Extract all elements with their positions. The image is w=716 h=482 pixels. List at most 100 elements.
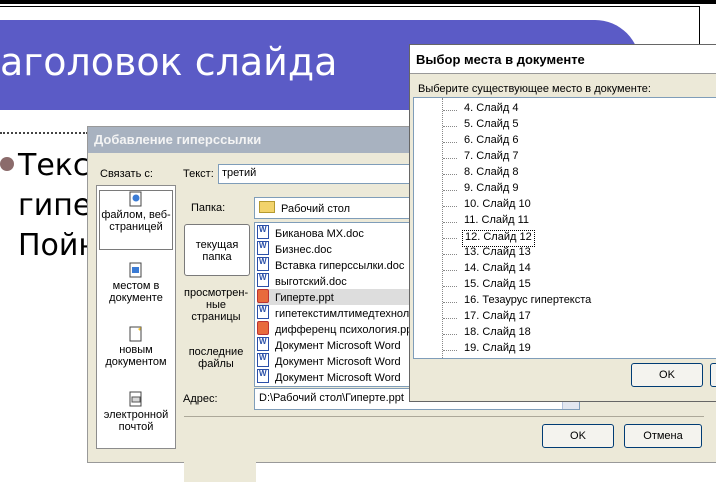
tree-item[interactable]: 16. Тезаурус гипертекста (462, 294, 593, 309)
word-doc-icon (257, 369, 269, 383)
folder-label: Папка: (191, 202, 226, 214)
file-name: Документ Microsoft Word (275, 356, 401, 368)
file-name: Биканова MX.doc (275, 228, 364, 240)
place-prompt: Выберите существующее место в документе: (418, 83, 651, 95)
link-type-label: новым документом (105, 344, 167, 368)
tab-recent-files[interactable]: последние файлы (184, 346, 248, 370)
tree-item[interactable]: 18. Слайд 18 (462, 326, 533, 341)
tree-item[interactable]: 15. Слайд 15 (462, 278, 533, 293)
tree-item[interactable]: 17. Слайд 17 (462, 310, 533, 325)
slide-frame-edge (699, 6, 700, 46)
link-type-new-document[interactable]: новым документом (97, 326, 175, 368)
tree-item[interactable]: 11. Слайд 11 (462, 214, 531, 229)
address-value: D:\Рабочий стол\Гиперте.ppt (259, 392, 404, 404)
tree-item[interactable]: 8. Слайд 8 (462, 166, 520, 181)
link-type-place-in-document[interactable]: местом в документе (97, 262, 175, 304)
select-place-dialog: Выбор места в документе Выберите существ… (409, 44, 716, 402)
bullet-icon (0, 157, 14, 171)
tree-item[interactable]: 6. Слайд 6 (462, 134, 520, 149)
place-cancel-button-partial[interactable] (710, 363, 716, 387)
place-dialog-title-bar[interactable]: Выбор места в документе (410, 45, 716, 74)
tab-label: последние файлы (188, 346, 244, 370)
place-dialog-title: Выбор места в документе (416, 52, 585, 67)
word-doc-icon (257, 337, 269, 351)
folder-select[interactable]: Рабочий стол (254, 197, 416, 219)
tree-item[interactable]: 10. Слайд 10 (462, 198, 533, 213)
text-label: Текст: (183, 168, 214, 180)
tree-connector-tick (443, 270, 457, 272)
tree-connector-tick (443, 190, 457, 192)
tab-current-folder[interactable]: текущая папка (184, 224, 250, 276)
link-type-label: файлом, веб-страницей (101, 209, 171, 233)
file-item[interactable]: гипетекстимлтимедтехнол (257, 305, 415, 321)
tree-item[interactable]: 13. Слайд 13 (462, 246, 533, 261)
link-to-label: Связать с: (100, 168, 153, 180)
file-name: выготский.doc (275, 276, 347, 288)
tree-connector-tick (443, 206, 457, 208)
link-type-email[interactable]: электронной почтой (97, 391, 175, 433)
file-name: Документ Microsoft Word (275, 372, 401, 384)
document-places-tree[interactable]: 4. Слайд 4 5. Слайд 5 6. Слайд 6 7. Слайд 7… (413, 97, 716, 359)
word-doc-icon (257, 273, 269, 287)
tree-connector-tick (443, 238, 457, 240)
tree-connector-tick (443, 302, 457, 304)
file-item[interactable]: Биканова MX.doc (257, 225, 415, 241)
tree-item[interactable]: 14. Слайд 14 (462, 262, 533, 277)
word-doc-icon (257, 225, 269, 239)
file-item[interactable]: дифференц психология.ppt (257, 321, 415, 337)
email-icon (129, 391, 142, 407)
file-item[interactable]: Документ Microsoft Word (257, 353, 415, 369)
cancel-button[interactable]: Отмена (624, 424, 702, 448)
tree-item-selected[interactable]: 12. Слайд 12 (462, 230, 535, 247)
link-type-web-page[interactable]: файлом, веб-страницей (99, 190, 173, 250)
word-doc-icon (257, 353, 269, 367)
powerpoint-icon (257, 321, 269, 335)
tree-connector-tick (443, 110, 457, 112)
tree-item[interactable]: 19. Слайд 19 (462, 342, 533, 357)
slide-title: аголовок слайда (0, 40, 338, 84)
dialog-title: Добавление гиперссылки (94, 132, 262, 147)
browse-tabs: текущая папка просмотрен-ные страницы по… (184, 222, 256, 482)
file-name: Документ Microsoft Word (275, 340, 401, 352)
file-item[interactable]: Бизнес.doc (257, 241, 415, 257)
file-item[interactable]: Документ Microsoft Word (257, 337, 415, 353)
web-page-icon (129, 191, 142, 207)
place-in-document-icon (129, 262, 142, 278)
word-doc-icon (257, 257, 269, 271)
file-name: Вставка гиперссылки.doc (275, 260, 405, 272)
tree-connector-tick (443, 286, 457, 288)
link-type-label: местом в документе (109, 280, 163, 304)
tree-item[interactable]: 4. Слайд 4 (462, 102, 520, 117)
slide-top-border (0, 0, 716, 4)
place-ok-button[interactable]: OK (631, 363, 703, 387)
tree-item[interactable]: 7. Слайд 7 (462, 150, 520, 165)
tree-connector-tick (443, 174, 457, 176)
file-item[interactable]: выготский.doc (257, 273, 415, 289)
tree-item[interactable]: 9. Слайд 9 (462, 182, 520, 197)
display-text-input[interactable]: третий (218, 164, 420, 184)
new-document-icon (129, 326, 142, 342)
slide-body-line-1: Текс (18, 148, 90, 183)
folder-value: Рабочий стол (281, 203, 351, 215)
tree-item[interactable]: 5. Слайд 5 (462, 118, 520, 133)
tab-browsed-pages[interactable]: просмотрен-ные страницы (184, 287, 248, 323)
slide-frame-line (0, 6, 700, 7)
word-doc-icon (257, 305, 269, 319)
tab-label: текущая папка (195, 239, 239, 263)
tab-label: просмотрен-ные страницы (184, 287, 249, 323)
display-text-value: третий (222, 167, 257, 179)
link-to-panel: файлом, веб-страницей местом в документе… (96, 185, 176, 449)
file-item[interactable]: Вставка гиперссылки.doc (257, 257, 415, 273)
address-label: Адрес: (183, 393, 218, 405)
tree-connector-tick (443, 126, 457, 128)
ok-button[interactable]: OK (542, 424, 614, 448)
file-item-selected[interactable]: Гиперте.ppt (257, 289, 415, 305)
tree-connector-tick (443, 222, 457, 224)
tree-connector-tick (443, 142, 457, 144)
folder-icon (259, 201, 275, 213)
tree-connector-tick (443, 318, 457, 320)
file-name: Бизнес.doc (275, 244, 332, 256)
file-list[interactable]: Биканова MX.doc Бизнес.doc Вставка гипер… (254, 222, 416, 387)
file-item[interactable]: Документ Microsoft Word (257, 369, 415, 385)
slide-placeholder-border (0, 132, 88, 138)
